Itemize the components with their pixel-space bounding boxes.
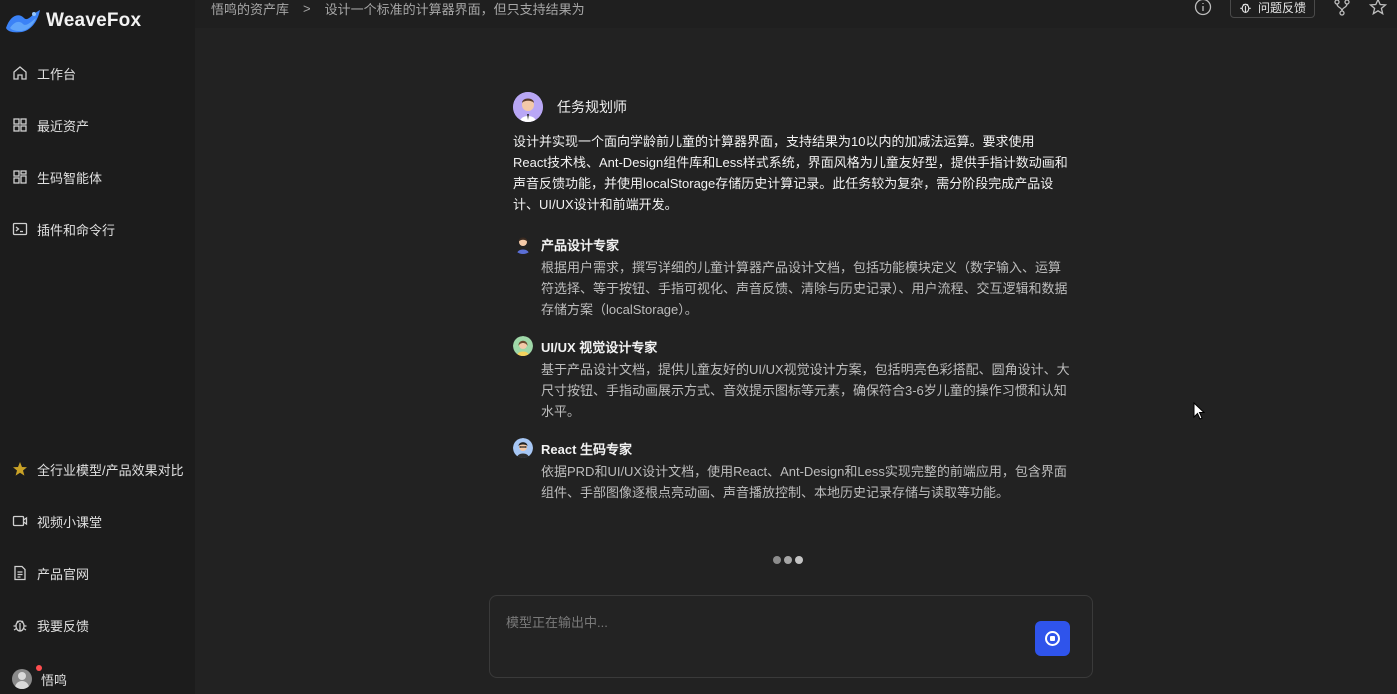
bug-icon	[13, 620, 27, 632]
terminal-icon	[12, 222, 28, 236]
planner-avatar	[513, 92, 543, 122]
star-icon	[13, 462, 27, 476]
issue-feedback-button[interactable]: 问题反馈	[1229, 0, 1315, 18]
react-developer-avatar	[513, 438, 533, 458]
stop-icon	[1045, 631, 1060, 646]
sidebar-item-code-agent[interactable]: 生码智能体	[12, 165, 102, 189]
sidebar-item-label: 插件和命令行	[37, 222, 116, 238]
agent-description: 依据PRD和UI/UX设计文档，使用React、Ant-Design和Less实…	[541, 464, 1067, 500]
breadcrumb-current: 设计一个标准的计算器界面，但只支持结果为	[324, 1, 585, 17]
agent-react-codegen: React 生码专家 依据PRD和UI/UX设计文档，使用React、Ant-D…	[513, 438, 1073, 503]
loading-dot	[784, 556, 792, 564]
mouse-cursor-icon	[1193, 402, 1205, 420]
sidebar-item-recent-assets[interactable]: 最近资产	[12, 113, 89, 137]
sidebar-item-plugins-cli[interactable]: 插件和命令行	[12, 217, 115, 241]
grid-icon	[13, 118, 27, 132]
logo-text: WeaveFox	[46, 10, 142, 31]
star-outline-icon[interactable]	[1369, 0, 1387, 16]
issue-feedback-label: 问题反馈	[1257, 0, 1306, 15]
chat-input[interactable]	[506, 612, 1006, 652]
weavefox-logo-icon	[6, 10, 40, 33]
sidebar: WeaveFox 工作台 最近资产 生码智能体 插件和命令行 全行业模型/产品效…	[0, 0, 195, 694]
notification-dot	[36, 665, 42, 671]
sidebar-item-label: 生码智能体	[37, 170, 103, 186]
loading-dot	[773, 556, 781, 564]
task-description: 设计并实现一个面向学龄前儿童的计算器界面，支持结果为10以内的加减法运算。要求使…	[513, 134, 1068, 212]
task-plan: 任务规划师 设计并实现一个面向学龄前儿童的计算器界面，支持结果为10以内的加减法…	[513, 92, 1073, 503]
chat-input-box	[489, 595, 1093, 678]
blocks-icon	[13, 170, 27, 184]
product-designer-avatar	[513, 234, 533, 254]
sidebar-item-label: 视频小课堂	[37, 514, 103, 530]
agent-name: React 生码专家	[541, 441, 633, 457]
logo[interactable]: WeaveFox	[4, 6, 141, 36]
sidebar-item-workbench[interactable]: 工作台	[12, 61, 76, 85]
sidebar-item-label: 最近资产	[37, 118, 90, 134]
planner-name: 任务规划师	[557, 99, 627, 115]
uiux-designer-avatar	[513, 336, 533, 356]
home-icon	[13, 66, 27, 80]
agent-uiux-design: UI/UX 视觉设计专家 基于产品设计文档，提供儿童友好的UI/UX视觉设计方案…	[513, 336, 1073, 422]
sidebar-item-product-site[interactable]: 产品官网	[12, 561, 89, 585]
sidebar-item-model-comparison[interactable]: 全行业模型/产品效果对比	[12, 457, 184, 481]
loading-dot	[795, 556, 803, 564]
breadcrumb-separator: >	[303, 0, 311, 16]
sidebar-item-label: 全行业模型/产品效果对比	[37, 462, 184, 478]
sidebar-item-label: 产品官网	[37, 566, 90, 582]
agent-description: 基于产品设计文档，提供儿童友好的UI/UX视觉设计方案，包括明亮色彩搭配、圆角设…	[541, 362, 1070, 419]
agent-header: 产品设计专家	[513, 234, 1073, 254]
user-avatar	[12, 669, 32, 689]
agent-description: 根据用户需求，撰写详细的儿童计算器产品设计文档，包括功能模块定义（数字输入、运算…	[541, 260, 1068, 317]
agent-header: React 生码专家	[513, 438, 1073, 458]
video-icon	[12, 515, 28, 527]
bug-icon	[1240, 3, 1251, 13]
breadcrumb: 悟鸣的资产库 > 设计一个标准的计算器界面，但只支持结果为	[211, 0, 585, 18]
agent-product-design: 产品设计专家 根据用户需求，撰写详细的儿童计算器产品设计文档，包括功能模块定义（…	[513, 234, 1073, 320]
agent-name: UI/UX 视觉设计专家	[541, 339, 658, 355]
sidebar-item-label: 工作台	[37, 66, 77, 82]
loading-indicator	[773, 556, 803, 564]
agent-name: 产品设计专家	[541, 237, 620, 253]
user-name: 悟鸣	[41, 672, 68, 688]
sidebar-item-label: 我要反馈	[37, 618, 90, 634]
agent-header: UI/UX 视觉设计专家	[513, 336, 1073, 356]
document-icon	[14, 565, 26, 581]
stop-generation-button[interactable]	[1035, 621, 1070, 656]
branch-icon[interactable]	[1333, 0, 1351, 16]
breadcrumb-library[interactable]: 悟鸣的资产库	[211, 0, 289, 18]
top-right-actions: 问题反馈	[1194, 0, 1387, 18]
sidebar-item-feedback[interactable]: 我要反馈	[12, 613, 89, 637]
sidebar-item-video-class[interactable]: 视频小课堂	[12, 509, 102, 533]
top-bar: 悟鸣的资产库 > 设计一个标准的计算器界面，但只支持结果为 问题反馈	[195, 0, 1397, 28]
info-icon[interactable]	[1194, 0, 1212, 16]
planner-header: 任务规划师	[513, 92, 1073, 122]
